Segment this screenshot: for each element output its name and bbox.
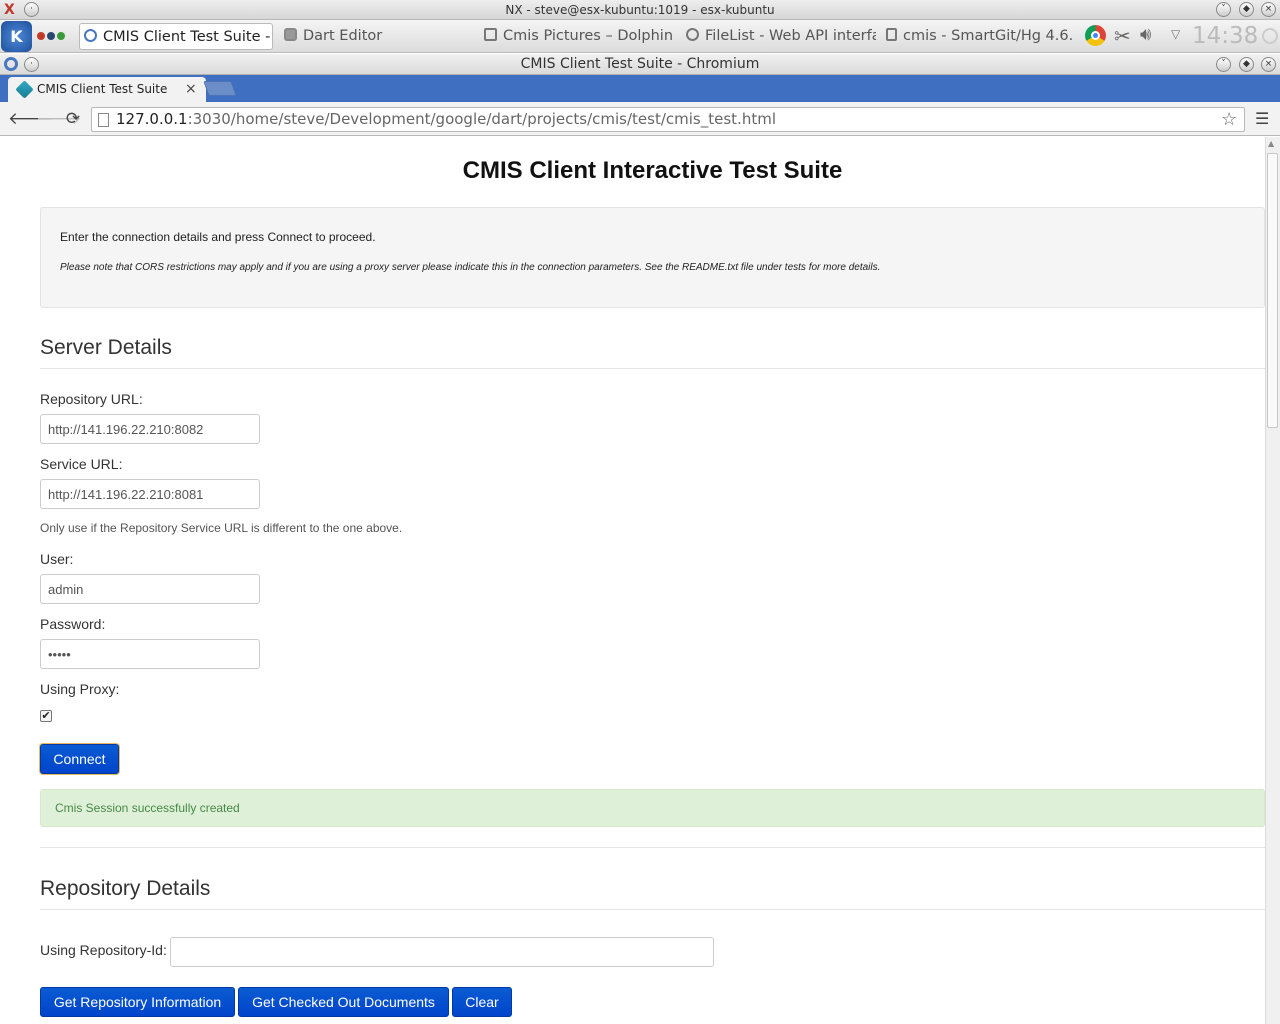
repository-details-heading: Repository Details <box>40 877 211 900</box>
tab-title: CMIS Client Test Suite <box>37 82 168 96</box>
service-url-input[interactable] <box>40 479 260 509</box>
intro-text: Enter the connection details and press C… <box>60 230 376 244</box>
chromium-window-title: CMIS Client Test Suite - Chromium <box>520 56 760 72</box>
dart-editor-icon <box>284 28 297 41</box>
volume-icon[interactable]: 🔊︎ <box>1140 24 1151 45</box>
activity-dots-icon[interactable] <box>37 32 69 42</box>
bookmark-star-icon[interactable]: ☆ <box>1221 108 1237 131</box>
clear-button[interactable]: Clear <box>452 987 512 1017</box>
folder-icon <box>484 28 497 41</box>
get-checked-out-documents-button[interactable]: Get Checked Out Documents <box>238 987 449 1017</box>
chromium-maximize-button[interactable]: ◆ <box>1239 57 1254 72</box>
favicon-icon <box>15 80 34 99</box>
panel-settings-icon[interactable] <box>1262 28 1278 44</box>
service-url-label: Service URL: <box>40 456 123 472</box>
kde-panel: K CMIS Client Test Suite - C Dart Editor… <box>0 20 1280 53</box>
using-proxy-checkbox[interactable]: ✔ <box>40 710 52 722</box>
chromium-minimize-button[interactable]: ˅ <box>1216 57 1231 72</box>
session-status-alert: Cmis Session successfully created <box>40 789 1265 827</box>
forward-arrow-icon[interactable]: 🡒 <box>36 110 82 128</box>
intro-well: Enter the connection details and press C… <box>40 207 1265 308</box>
repository-id-input[interactable] <box>170 937 714 967</box>
clock[interactable]: 14:38 <box>1192 20 1258 53</box>
tab-cmis-test-suite[interactable]: CMIS Client Test Suite × <box>8 77 206 102</box>
page-title: CMIS Client Interactive Test Suite <box>462 157 843 184</box>
smartgit-icon <box>886 28 897 41</box>
new-tab-button[interactable] <box>203 81 237 96</box>
page-icon <box>98 113 109 127</box>
chromium-titlebar: · CMIS Client Test Suite - Chromium ˅ ◆ … <box>0 54 1280 75</box>
scrollbar-thumb[interactable] <box>1267 153 1278 428</box>
tab-strip: CMIS Client Test Suite × <box>0 75 1280 102</box>
repository-details-divider <box>40 909 1265 910</box>
user-input[interactable] <box>40 574 260 604</box>
chrome-menu-icon[interactable]: ☰ <box>1255 110 1269 128</box>
password-label: Password: <box>40 616 106 632</box>
taskbar-item-smartgit[interactable]: cmis - SmartGit/Hg 4.6.3 <box>882 23 1072 50</box>
page-content: CMIS Client Interactive Test Suite Enter… <box>0 137 1265 1024</box>
repository-url-input[interactable] <box>40 414 260 444</box>
taskbar-item-chromium[interactable]: CMIS Client Test Suite - C <box>79 23 273 50</box>
address-bar[interactable]: 127.0.0.1:3030/home/steve/Development/go… <box>91 107 1245 132</box>
reload-icon[interactable]: ⟳ <box>64 110 82 128</box>
chromium-window-icon <box>4 57 18 71</box>
chromium-icon <box>84 29 97 42</box>
nx-titlebar: X · NX - steve@esx-kubuntu:1019 - esx-ku… <box>0 0 1280 20</box>
tray-expand-icon[interactable]: ▽ <box>1171 27 1180 41</box>
chromium-close-button[interactable]: × <box>1261 57 1276 72</box>
taskbar-item-dolphin[interactable]: Cmis Pictures – Dolphin <box>480 23 676 50</box>
kde-launcher-button[interactable]: K <box>1 21 32 52</box>
user-label: User: <box>40 551 74 567</box>
server-details-heading: Server Details <box>40 336 172 359</box>
taskbar-item-dart-editor[interactable]: Dart Editor <box>280 23 470 50</box>
server-details-divider <box>40 368 1265 369</box>
nx-close-button[interactable]: × <box>1261 2 1276 17</box>
chrome-tray-icon[interactable] <box>1085 25 1106 46</box>
password-input[interactable] <box>40 639 260 669</box>
browser-toolbar: 🡐 🡒 ⟳ 127.0.0.1:3030/home/steve/Developm… <box>0 102 1280 136</box>
scissors-icon[interactable]: ✂ <box>1114 24 1131 48</box>
service-url-help: Only use if the Repository Service URL i… <box>40 521 403 535</box>
nx-menu-button[interactable]: · <box>24 2 39 17</box>
connect-button[interactable]: Connect <box>40 744 119 774</box>
repository-id-label: Using Repository-Id: <box>40 942 167 958</box>
url-host: 127.0.0.1 <box>116 110 188 128</box>
cors-note: Please note that CORS restrictions may a… <box>60 262 881 273</box>
chromium-menu-button[interactable]: · <box>24 57 39 72</box>
taskbar-item-filelist[interactable]: FileList - Web API interfa <box>682 23 876 50</box>
nx-maximize-button[interactable]: ◆ <box>1239 2 1254 17</box>
section-divider <box>40 847 1265 848</box>
nx-window-title: NX - steve@esx-kubuntu:1019 - esx-kubunt… <box>505 3 775 17</box>
nx-logo-icon: X <box>4 2 15 18</box>
repository-url-label: Repository URL: <box>40 391 143 407</box>
get-repository-information-button[interactable]: Get Repository Information <box>40 987 235 1017</box>
url-path: :3030/home/steve/Development/google/dart… <box>187 110 776 128</box>
chromium-icon <box>686 28 699 41</box>
tab-close-icon[interactable]: × <box>185 77 197 102</box>
back-arrow-icon[interactable]: 🡐 <box>8 110 54 128</box>
nx-minimize-button[interactable]: ˅ <box>1216 2 1231 17</box>
using-proxy-label: Using Proxy: <box>40 681 120 697</box>
scroll-up-icon[interactable]: ▲ <box>1268 139 1274 148</box>
